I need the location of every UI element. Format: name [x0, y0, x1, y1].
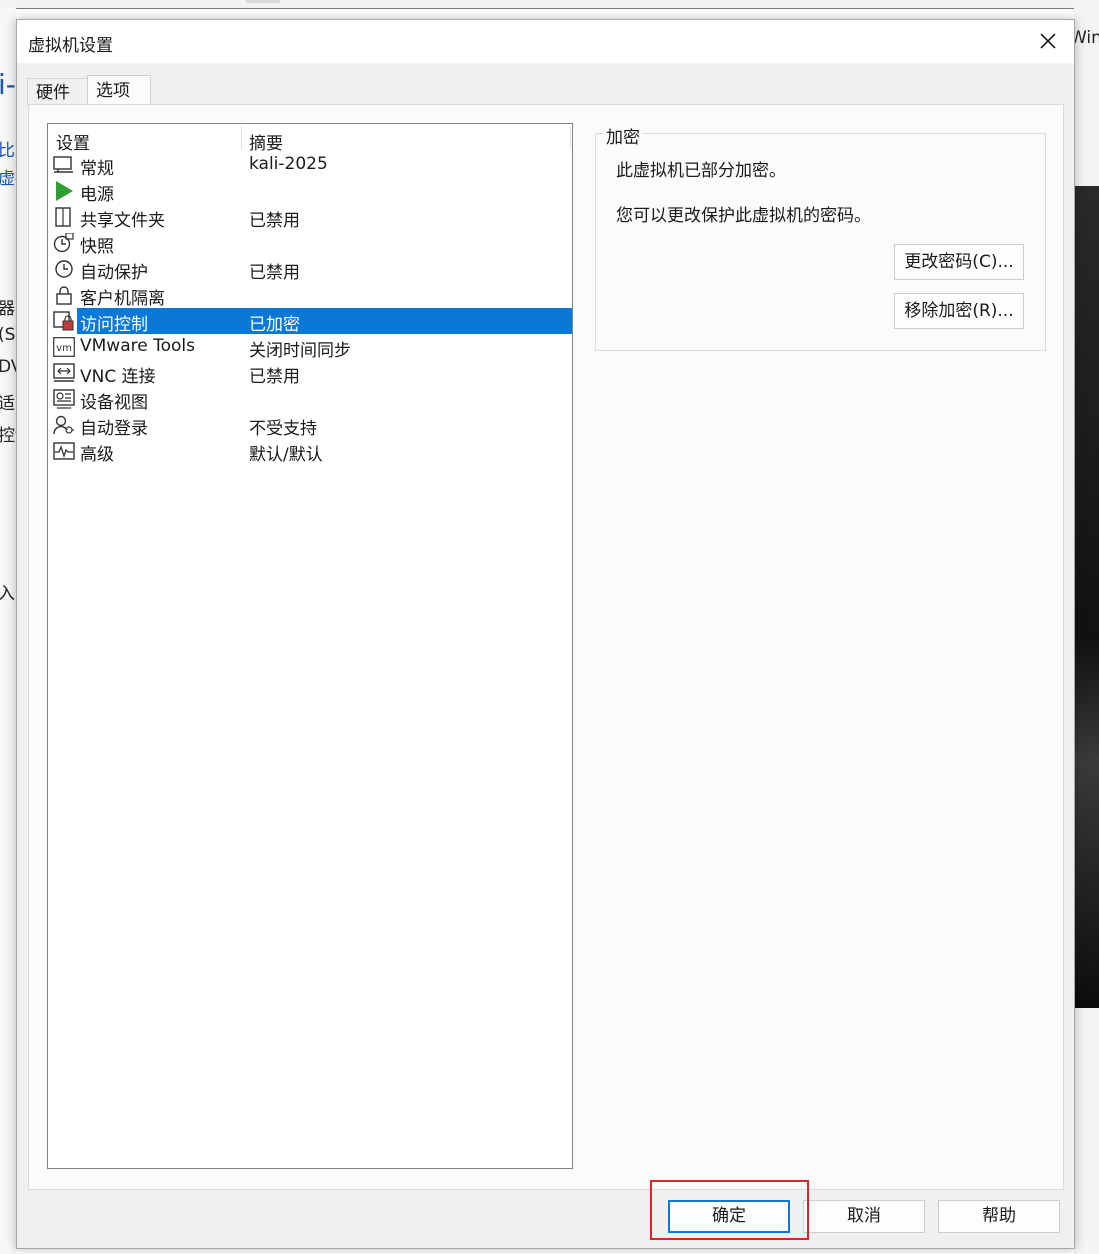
- encryption-group-title: 加密: [604, 123, 642, 148]
- autoprotect-icon: [55, 260, 73, 278]
- list-item-power[interactable]: 电源: [48, 178, 572, 205]
- list-item-label: 设备视图: [80, 393, 148, 413]
- autologin-icon: [53, 415, 74, 435]
- list-item-guest-isolation[interactable]: 客户机隔离: [48, 282, 572, 309]
- list-item-snapshots[interactable]: 快照: [48, 230, 572, 257]
- list-item-summary: 已禁用: [249, 211, 300, 231]
- general-icon: [53, 156, 73, 173]
- list-item-label: VNC 连接: [80, 367, 156, 387]
- selection-highlight: [77, 308, 572, 334]
- list-item-vnc[interactable]: VNC 连接 已禁用: [48, 360, 572, 387]
- encryption-hint-text: 您可以更改保护此虚拟机的密码。: [616, 206, 871, 226]
- vmware-tools-icon: vm: [53, 337, 75, 357]
- list-item-summary: 已加密: [249, 315, 300, 335]
- background-window-top: [0, 0, 1099, 9]
- list-item-label: 共享文件夹: [80, 211, 165, 231]
- shared-folder-icon: [55, 207, 71, 227]
- list-item-label: 常规: [80, 159, 114, 179]
- snapshot-icon: [53, 233, 74, 253]
- list-item-summary: 关闭时间同步: [249, 341, 351, 361]
- column-header-setting[interactable]: 设置: [56, 129, 90, 154]
- device-view-icon: [53, 389, 75, 409]
- column-divider[interactable]: [241, 126, 242, 150]
- encryption-status-text: 此虚拟机已部分加密。: [616, 161, 786, 181]
- close-icon: [1040, 33, 1056, 49]
- list-item-label: 访问控制: [80, 315, 148, 335]
- background-tab-stub: [246, 0, 280, 3]
- list-item-general[interactable]: 常规 kali-2025: [48, 152, 572, 179]
- list-item-access-control[interactable]: 访问控制 已加密: [48, 308, 572, 335]
- background-text-fragment: 器: [0, 299, 15, 319]
- list-item-label: 快照: [80, 237, 114, 257]
- list-header: 设置 摘要: [48, 124, 572, 154]
- background-title-fragment: i-: [0, 68, 16, 101]
- list-item-summary: 默认/默认: [249, 445, 323, 465]
- list-item-label: 自动登录: [80, 419, 148, 439]
- vm-settings-dialog: 虚拟机设置 硬件 选项 设置 摘要 常规 kali-2025 电源 共享文件夹 …: [16, 19, 1075, 1249]
- vnc-icon: [53, 363, 75, 382]
- list-item-autoprotect[interactable]: 自动保护 已禁用: [48, 256, 572, 283]
- list-item-advanced[interactable]: 高级 默认/默认: [48, 438, 572, 465]
- list-item-summary: kali-2025: [249, 154, 328, 174]
- tab-hardware[interactable]: 硬件: [27, 78, 91, 105]
- list-item-vmware-tools[interactable]: vm VMware Tools 关闭时间同步: [48, 334, 572, 361]
- dialog-title: 虚拟机设置: [28, 36, 113, 56]
- access-control-icon: [53, 311, 74, 331]
- background-app-left-strip: i- 比虚 虚拟 器 (S DV 适配 控制 入: [0, 8, 32, 1254]
- tab-options[interactable]: 选项: [87, 75, 151, 105]
- remove-encryption-button[interactable]: 移除加密(R)...: [894, 293, 1024, 329]
- options-panel: 设置 摘要 常规 kali-2025 电源 共享文件夹 已禁用 快照 自动保护 …: [28, 104, 1064, 1190]
- power-icon: [56, 181, 73, 201]
- column-header-summary[interactable]: 摘要: [249, 129, 283, 154]
- background-app-right-strip: Wind: [1070, 8, 1099, 1254]
- settings-list[interactable]: 设置 摘要 常规 kali-2025 电源 共享文件夹 已禁用 快照 自动保护 …: [47, 123, 573, 1169]
- dialog-titlebar: 虚拟机设置: [17, 20, 1074, 63]
- list-item-label: 电源: [80, 185, 114, 205]
- list-item-shared-folders[interactable]: 共享文件夹 已禁用: [48, 204, 572, 231]
- cancel-button[interactable]: 取消: [803, 1200, 925, 1233]
- column-divider: [570, 126, 571, 150]
- background-text-fragment: 入: [0, 584, 15, 604]
- list-item-summary: 已禁用: [249, 263, 300, 283]
- advanced-icon: [53, 442, 75, 460]
- list-item-summary: 不受支持: [249, 419, 317, 439]
- close-button[interactable]: [1022, 20, 1074, 63]
- list-item-summary: 已禁用: [249, 367, 300, 387]
- change-password-button[interactable]: 更改密码(C)...: [894, 244, 1024, 280]
- list-item-label: 自动保护: [80, 263, 148, 283]
- list-item-autologin[interactable]: 自动登录 不受支持: [48, 412, 572, 439]
- list-item-device-view[interactable]: 设备视图: [48, 386, 572, 413]
- svg-text:vm: vm: [56, 343, 72, 354]
- background-text-fragment: (S: [0, 325, 16, 345]
- ok-button[interactable]: 确定: [668, 1200, 790, 1233]
- help-button[interactable]: 帮助: [938, 1200, 1060, 1233]
- encryption-group: 加密 此虚拟机已部分加密。 您可以更改保护此虚拟机的密码。 更改密码(C)...…: [595, 123, 1046, 351]
- list-item-label: VMware Tools: [80, 336, 195, 356]
- background-vm-screen: [1074, 186, 1099, 1008]
- lock-icon: [56, 286, 72, 305]
- list-item-label: 高级: [80, 445, 114, 465]
- list-item-label: 客户机隔离: [80, 289, 165, 309]
